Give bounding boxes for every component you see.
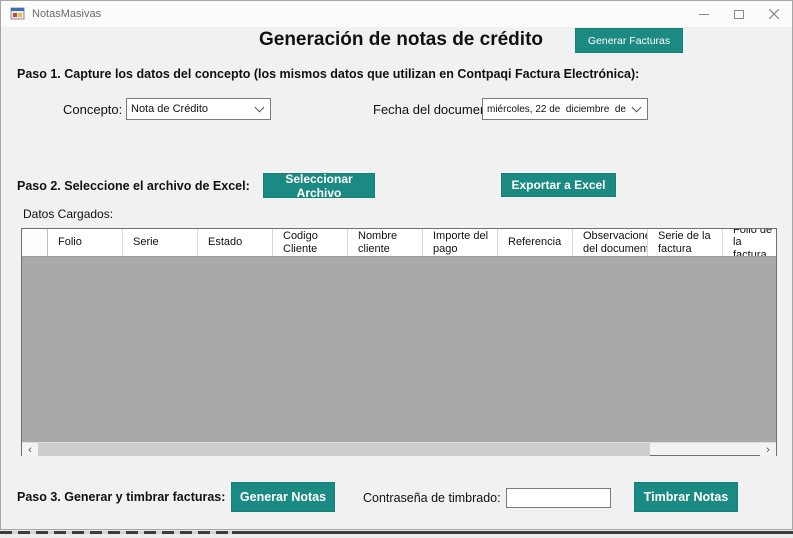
step1-label: Paso 1. Capture los datos del concepto (…: [17, 67, 639, 81]
taskbar-edge: [0, 531, 793, 534]
scroll-right-icon[interactable]: ›: [760, 443, 776, 456]
scroll-left-icon[interactable]: ‹: [22, 443, 38, 456]
maximize-button[interactable]: [721, 1, 757, 27]
step3-label: Paso 3. Generar y timbrar facturas:: [17, 490, 225, 504]
grid-column-header[interactable]: Referencia: [498, 229, 573, 256]
concepto-value: Nota de Crédito: [127, 103, 252, 115]
generar-facturas-button[interactable]: Generar Facturas: [575, 28, 683, 53]
seleccionar-archivo-button[interactable]: Seleccionar Archivo: [263, 173, 375, 198]
fecha-datepicker[interactable]: miércoles, 22 de diciembre de 2021: [482, 98, 648, 120]
horizontal-scrollbar[interactable]: ‹ ›: [22, 442, 776, 455]
grid-body: [22, 257, 776, 442]
grid-header-row: FolioSerieEstadoCodigo ClienteNombre cli…: [22, 229, 776, 257]
grid-column-header[interactable]: Importe del pago: [423, 229, 498, 256]
grid-column-header[interactable]: Codigo Cliente: [273, 229, 348, 256]
minimize-icon: [699, 14, 709, 15]
chevron-down-icon: [255, 102, 265, 112]
timbrar-notas-button[interactable]: Timbrar Notas: [634, 482, 738, 512]
app-icon: [10, 6, 26, 22]
concepto-label: Concepto:: [63, 102, 122, 117]
chevron-down-icon: [632, 102, 642, 112]
exportar-excel-button[interactable]: Exportar a Excel: [501, 173, 616, 197]
taskbar-top-line: [232, 531, 793, 534]
grid-column-header[interactable]: Serie: [123, 229, 198, 256]
contrasena-input[interactable]: [506, 488, 611, 508]
grid-column-header[interactable]: Nombre cliente: [348, 229, 423, 256]
concepto-combobox[interactable]: Nota de Crédito: [126, 98, 271, 120]
grid-column-header[interactable]: Estado: [198, 229, 273, 256]
grid-row-header-stub: [22, 229, 48, 256]
datos-cargados-label: Datos Cargados:: [23, 207, 113, 221]
grid-column-header[interactable]: Folio: [48, 229, 123, 256]
close-button[interactable]: [756, 1, 792, 27]
grid-column-header[interactable]: Folio de la factura: [723, 229, 776, 256]
datagridview: FolioSerieEstadoCodigo ClienteNombre cli…: [21, 228, 777, 456]
grid-column-header[interactable]: Serie de la factura: [648, 229, 723, 256]
generar-notas-button[interactable]: Generar Notas: [231, 482, 335, 512]
grid-column-header[interactable]: Observaciones del documento: [573, 229, 648, 256]
maximize-icon: [734, 10, 744, 19]
step2-label: Paso 2. Seleccione el archivo de Excel:: [17, 179, 250, 193]
contrasena-label: Contraseña de timbrado:: [363, 491, 501, 505]
app-window: NotasMasivas Generación de notas de créd…: [0, 0, 793, 530]
titlebar[interactable]: NotasMasivas: [1, 1, 792, 27]
minimize-button[interactable]: [686, 1, 722, 27]
fecha-value: miércoles, 22 de diciembre de 2021: [483, 104, 629, 115]
hscrollbar-thumb[interactable]: [38, 443, 650, 456]
close-icon: [769, 9, 779, 19]
window-title: NotasMasivas: [32, 8, 101, 20]
taskbar-icon-tops: [0, 531, 232, 534]
